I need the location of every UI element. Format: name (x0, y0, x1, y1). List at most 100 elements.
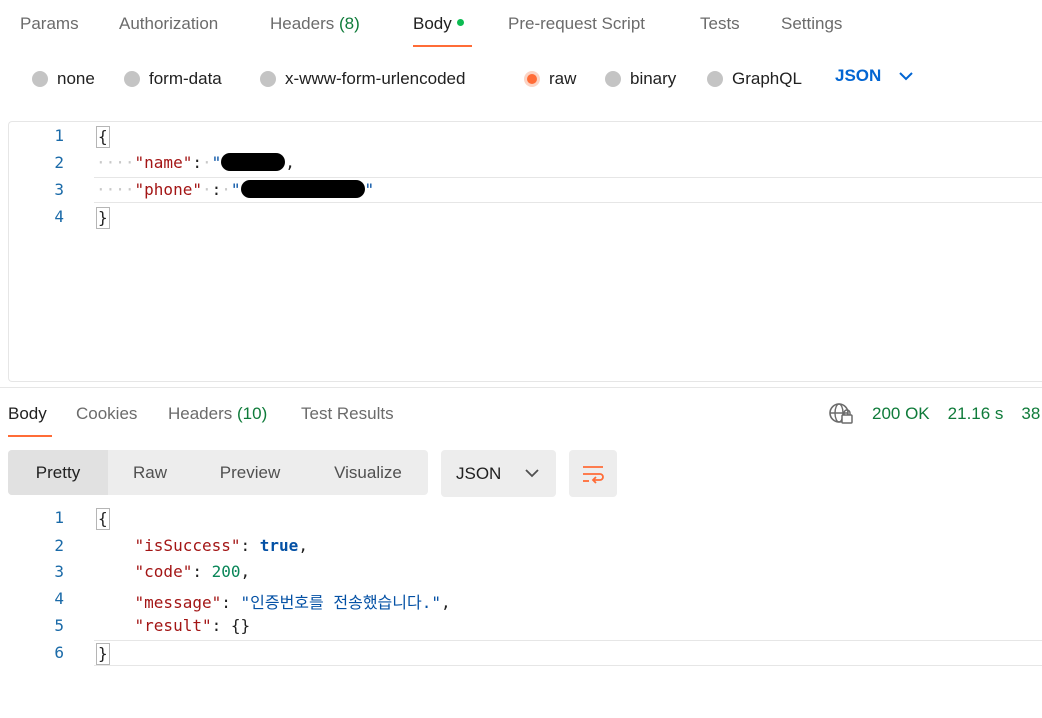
status-code[interactable]: 200 OK (872, 404, 930, 424)
response-time[interactable]: 21.16 s (948, 404, 1004, 424)
view-mode-label: Pretty (35, 463, 81, 482)
request-code-line-1: 1 { (8, 123, 1042, 150)
json-value-message: "인증번호를 전송했습니다." (240, 593, 441, 612)
headers-count: (8) (339, 14, 360, 33)
line-number: 1 (54, 508, 64, 527)
wrap-lines-icon (583, 465, 604, 484)
tab-params[interactable]: Params (20, 14, 79, 34)
comma: , (285, 153, 295, 172)
json-key-phone: "phone" (134, 180, 202, 199)
json-string-close-quote: " (364, 180, 375, 199)
tab-label: Body (413, 14, 452, 33)
tab-label: Settings (781, 14, 843, 33)
colon: : (211, 180, 222, 199)
whitespace-dot: · (221, 180, 231, 199)
radio-icon (707, 71, 723, 87)
close-brace: } (96, 207, 110, 229)
view-mode-pretty[interactable]: Pretty (8, 450, 108, 495)
open-brace: { (96, 508, 110, 530)
line-number: 5 (54, 616, 64, 635)
view-mode-preview[interactable]: Preview (192, 450, 308, 495)
response-language-dropdown[interactable]: JSON (441, 450, 556, 497)
json-key-code: "code" (134, 562, 193, 581)
chevron-down-icon (525, 469, 539, 478)
radio-label: form-data (149, 69, 222, 88)
view-mode-raw[interactable]: Raw (108, 450, 192, 495)
colon: : (221, 593, 231, 612)
comma: , (440, 593, 451, 612)
radio-label: none (57, 69, 95, 88)
globe-lock-icon[interactable] (828, 402, 854, 426)
response-tab-test-results[interactable]: Test Results (301, 404, 394, 424)
response-tab-headers[interactable]: Headers (10) (168, 404, 267, 424)
body-type-raw[interactable]: raw (524, 68, 576, 90)
radio-icon (32, 71, 48, 87)
close-brace: } (96, 643, 110, 665)
active-response-tab-underline (8, 435, 52, 437)
indent-whitespace: ···· (96, 153, 135, 172)
colon: : (192, 562, 202, 581)
current-line-highlight (94, 640, 1042, 666)
colon: : (192, 153, 202, 172)
response-meta: 200 OK 21.16 s 38 (828, 402, 1040, 426)
response-code-line-1: 1 { (8, 505, 1042, 532)
line-number: 2 (54, 153, 64, 172)
colon: : (240, 536, 251, 555)
json-string-open-quote: " (230, 180, 241, 199)
response-code-line-2: 2 "isSuccess": true, (8, 533, 1042, 560)
response-tab-body[interactable]: Body (8, 404, 47, 424)
json-key-result: "result" (134, 616, 212, 635)
tab-body[interactable]: Body (413, 14, 464, 34)
pane-divider[interactable] (0, 387, 1042, 388)
request-code-line-2: 2 ····"name":·", (8, 150, 1042, 177)
request-code-line-4: 4 } (8, 204, 1042, 231)
view-mode-segmented-control: Pretty Raw Preview Visualize (8, 450, 428, 495)
body-type-x-www-form-urlencoded[interactable]: x-www-form-urlencoded (260, 68, 465, 90)
body-indicator-dot (456, 19, 464, 26)
word-wrap-button[interactable] (569, 450, 617, 497)
request-code-line-3: 3 ····"phone"·:·" " (8, 177, 1042, 204)
body-language-dropdown[interactable]: JSON (835, 66, 914, 86)
view-mode-visualize[interactable]: Visualize (308, 450, 428, 495)
tab-label: Headers (168, 404, 233, 423)
body-type-none[interactable]: none (32, 68, 95, 90)
response-code-line-3: 3 "code": 200, (8, 559, 1042, 586)
whitespace-dot: · (201, 180, 212, 199)
response-tab-cookies[interactable]: Cookies (76, 404, 137, 424)
line-number: 2 (54, 536, 64, 555)
tab-label: Body (8, 404, 47, 423)
body-type-graphql[interactable]: GraphQL (707, 68, 802, 90)
line-number: 1 (54, 126, 64, 145)
view-mode-label: Raw (132, 463, 167, 482)
indent-whitespace: ···· (96, 180, 135, 199)
body-type-binary[interactable]: binary (605, 68, 676, 90)
line-number: 4 (54, 589, 64, 608)
chevron-down-icon (899, 71, 914, 80)
comma: , (298, 536, 308, 555)
tab-authorization[interactable]: Authorization (119, 14, 218, 34)
body-type-form-data[interactable]: form-data (124, 68, 222, 90)
response-size[interactable]: 38 (1021, 404, 1040, 424)
json-value-isSuccess: true (259, 536, 299, 555)
body-language-label: JSON (835, 66, 882, 85)
json-key-name: "name" (134, 153, 193, 172)
response-code-line-5: 5 "result": {} (8, 613, 1042, 640)
headers-count: (10) (237, 404, 268, 423)
radio-label: binary (630, 69, 677, 88)
tab-label: Headers (270, 14, 335, 33)
radio-icon (260, 71, 276, 87)
comma: , (240, 562, 251, 581)
response-code-line-4: 4 "message": "인증번호를 전송했습니다.", (8, 586, 1042, 613)
tab-label: Cookies (76, 404, 138, 423)
radio-icon (605, 71, 621, 87)
tab-tests[interactable]: Tests (700, 14, 740, 34)
line-number: 4 (54, 207, 64, 226)
whitespace-dot: · (201, 153, 212, 172)
json-value-code: 200 (211, 562, 241, 581)
radio-label: GraphQL (732, 69, 802, 88)
tab-settings[interactable]: Settings (781, 14, 842, 34)
tab-pre-request-script[interactable]: Pre-request Script (508, 14, 645, 34)
tab-headers[interactable]: Headers (8) (270, 14, 360, 34)
open-brace: { (96, 126, 110, 148)
tab-label: Tests (700, 14, 740, 33)
